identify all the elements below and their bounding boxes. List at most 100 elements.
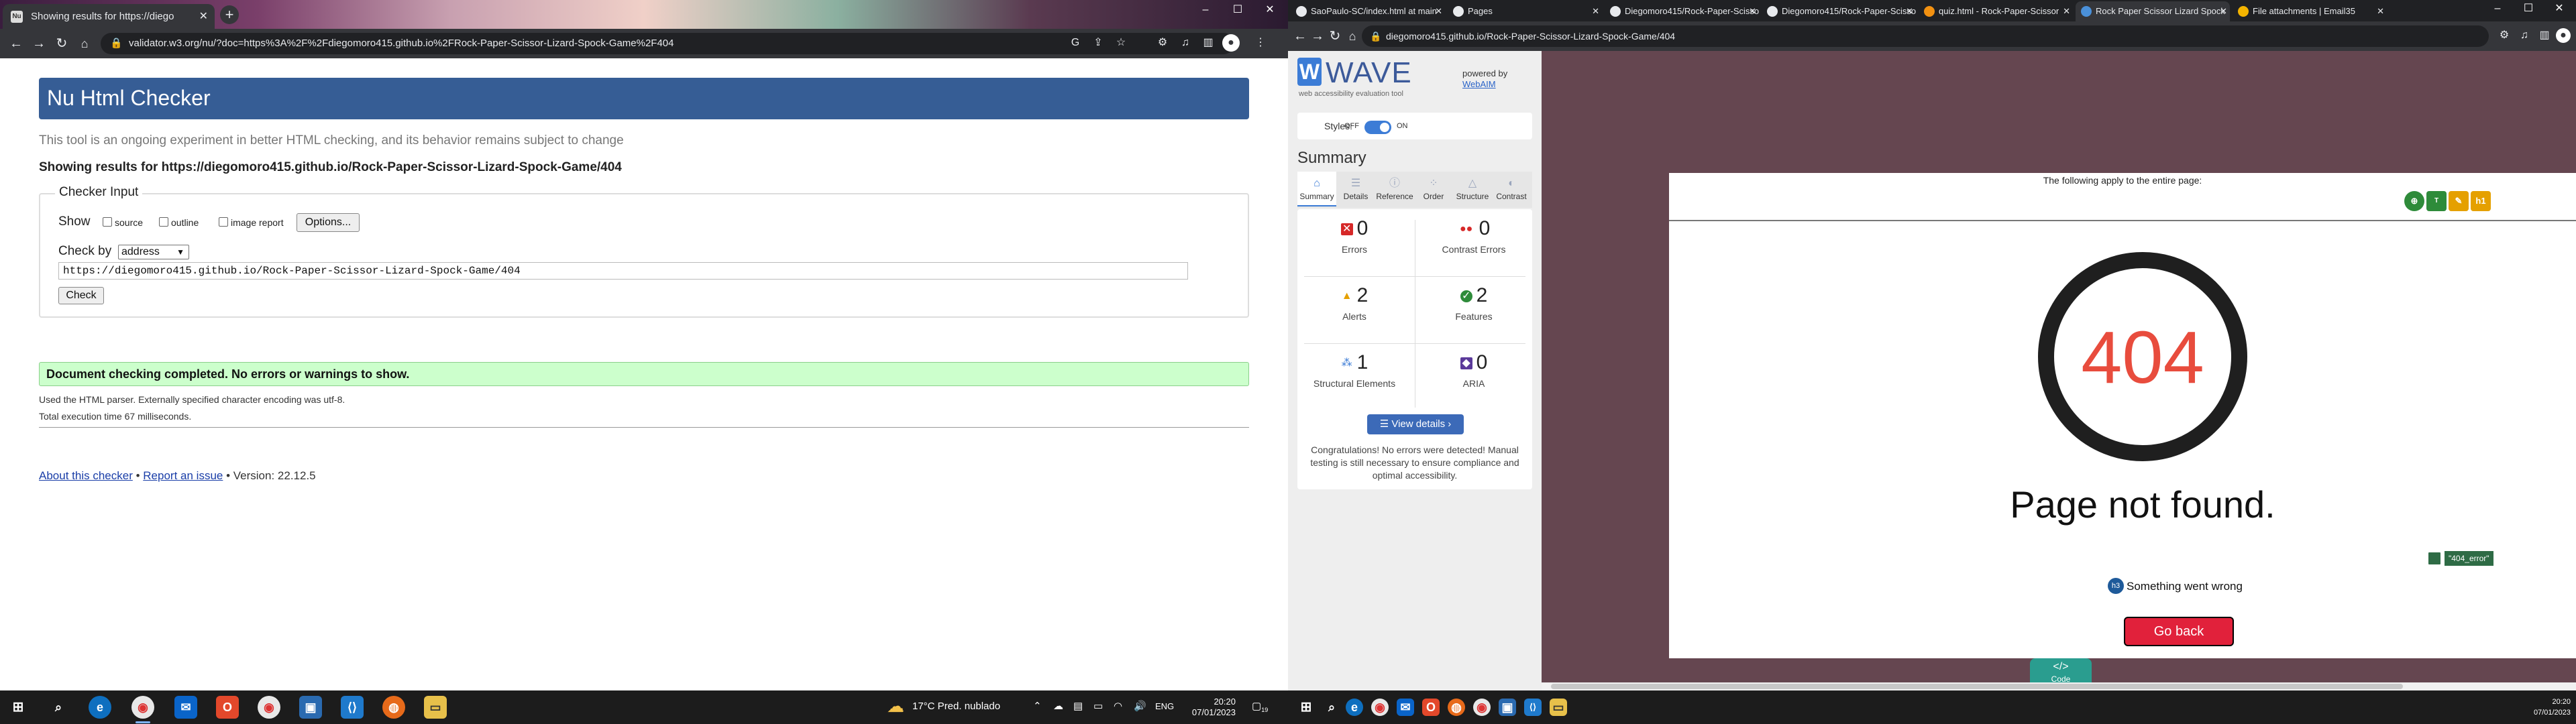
- media-icon[interactable]: ♫: [1177, 34, 1194, 52]
- forward-icon[interactable]: →: [30, 34, 48, 53]
- forward-icon[interactable]: →: [1308, 27, 1327, 46]
- scrollbar-thumb[interactable]: [1551, 684, 2403, 689]
- outline-checkbox[interactable]: [159, 217, 168, 227]
- close-tab-icon[interactable]: ✕: [1906, 1, 1913, 21]
- menu-dots-icon[interactable]: ⋮: [1252, 34, 1269, 52]
- home-icon[interactable]: ⌂: [1343, 27, 1362, 46]
- clock-right[interactable]: 20:20 07/01/2023: [2524, 697, 2571, 718]
- photos-icon[interactable]: ▣: [1499, 699, 1516, 716]
- mail-icon[interactable]: ✉: [174, 696, 197, 719]
- webaim-link[interactable]: WebAIM: [1462, 79, 1507, 90]
- reload-icon[interactable]: ↻: [52, 34, 71, 53]
- check-button[interactable]: Check: [58, 287, 104, 304]
- go-back-button[interactable]: Go back: [2124, 617, 2234, 646]
- weather-text[interactable]: 17°C Pred. nublado: [912, 701, 1000, 712]
- tab-contrast[interactable]: ◐ Contrast: [1492, 172, 1531, 206]
- bookmark-star-icon[interactable]: ☆: [1112, 34, 1130, 52]
- tab-2[interactable]: Diegomoro415/Rock-Paper-Scissor ✕: [1605, 1, 1759, 21]
- horizontal-scrollbar[interactable]: [1542, 682, 2576, 690]
- close-window-icon[interactable]: ✕: [1254, 0, 1285, 20]
- about-link[interactable]: About this checker: [39, 469, 133, 482]
- home-icon[interactable]: ⌂: [75, 34, 94, 53]
- office-icon[interactable]: O: [1422, 699, 1440, 716]
- close-tab-icon[interactable]: ✕: [2220, 1, 2227, 21]
- alert-icon[interactable]: ✎: [2449, 191, 2469, 211]
- edge-icon[interactable]: e: [89, 696, 111, 719]
- profile-avatar-icon[interactable]: ●: [2556, 28, 2571, 43]
- tab-reference[interactable]: ⓘ Reference: [1375, 172, 1414, 206]
- stat-features[interactable]: ✓ 2 Features: [1417, 284, 1531, 351]
- stat-errors[interactable]: ✕ 0 Errors: [1297, 217, 1411, 284]
- address-bar[interactable]: 🔒 diegomoro415.github.io/Rock-Paper-Scis…: [1362, 25, 2489, 47]
- network-icon[interactable]: ▤: [1073, 700, 1083, 712]
- new-tab-button[interactable]: +: [220, 5, 239, 24]
- vscode-icon[interactable]: ⟨⟩: [341, 696, 364, 719]
- back-icon[interactable]: ←: [1291, 27, 1309, 46]
- chrome-profile-icon[interactable]: ◉: [1473, 699, 1491, 716]
- tab-summary[interactable]: ⌂ Summary: [1297, 172, 1336, 206]
- view-details-button[interactable]: ☰ View details ›: [1367, 414, 1464, 434]
- tab-4[interactable]: quiz.html - Rock-Paper-Scissor ✕: [1919, 1, 2073, 21]
- edge-icon[interactable]: e: [1346, 699, 1363, 716]
- close-tab-icon[interactable]: ✕: [1749, 1, 1756, 21]
- photos-icon[interactable]: ▣: [299, 696, 322, 719]
- report-issue-link[interactable]: Report an issue: [143, 469, 223, 482]
- windows-start-icon[interactable]: ⊞: [1295, 696, 1318, 719]
- vscode-icon[interactable]: ⟨⟩: [1524, 699, 1542, 716]
- wifi-icon[interactable]: ◠: [1114, 700, 1122, 712]
- extensions-icon[interactable]: ⚙: [2496, 27, 2513, 44]
- media-icon[interactable]: ♫: [2516, 27, 2533, 44]
- tab-3[interactable]: Diegomoro415/Rock-Paper-Scissor ✕: [1762, 1, 1916, 21]
- tab-1[interactable]: Pages ✕: [1448, 1, 1602, 21]
- alt-feature-icon[interactable]: [2427, 551, 2442, 566]
- file-explorer-icon[interactable]: ▭: [424, 696, 447, 719]
- file-explorer-icon[interactable]: ▭: [1550, 699, 1567, 716]
- search-icon[interactable]: ⌕: [1320, 696, 1343, 719]
- display-icon[interactable]: ▭: [1093, 700, 1103, 712]
- h3-structure-icon[interactable]: h3: [2108, 578, 2124, 594]
- tab-details[interactable]: ☰ Details: [1336, 172, 1375, 206]
- share-icon[interactable]: ⇪: [1089, 34, 1107, 52]
- stat-contrast-errors[interactable]: ●● 0 Contrast Errors: [1417, 217, 1531, 284]
- stat-structural[interactable]: ⁂ 1 Structural Elements: [1297, 351, 1411, 418]
- tab-order[interactable]: ⁘ Order: [1414, 172, 1453, 206]
- address-input[interactable]: https://diegomoro415.github.io/Rock-Pape…: [58, 262, 1188, 280]
- close-tab-icon[interactable]: ✕: [1435, 1, 1442, 21]
- stat-alerts[interactable]: ▲ 2 Alerts: [1297, 284, 1411, 351]
- windows-start-icon[interactable]: ⊞: [7, 696, 30, 719]
- close-window-icon[interactable]: ✕: [2544, 0, 2575, 17]
- profile-avatar-icon[interactable]: ●: [1222, 34, 1240, 52]
- firefox-icon[interactable]: ◍: [1448, 699, 1465, 716]
- maximize-icon[interactable]: ☐: [2513, 0, 2544, 17]
- sidepanel-icon[interactable]: ▥: [1199, 34, 1217, 52]
- back-icon[interactable]: ←: [7, 34, 25, 53]
- chrome-profile-icon[interactable]: ◉: [258, 696, 280, 719]
- google-lens-icon[interactable]: G: [1067, 34, 1084, 52]
- h1-alert-icon[interactable]: h1: [2471, 191, 2491, 211]
- close-tab-icon[interactable]: ✕: [2063, 1, 2070, 21]
- tab-0[interactable]: SaoPaulo-SC/index.html at main ✕: [1291, 1, 1445, 21]
- minimize-icon[interactable]: –: [2482, 0, 2513, 17]
- notification-icon[interactable]: ▢19: [1252, 700, 1268, 713]
- close-tab-icon[interactable]: ✕: [2377, 1, 2384, 21]
- mail-icon[interactable]: ✉: [1397, 699, 1414, 716]
- extensions-icon[interactable]: ⚙: [1154, 34, 1171, 52]
- check-by-select[interactable]: address ▼: [118, 245, 189, 259]
- search-icon[interactable]: ⌕: [47, 696, 70, 719]
- office-icon[interactable]: O: [216, 696, 239, 719]
- source-checkbox[interactable]: [103, 217, 112, 227]
- stat-aria[interactable]: ◆ 0 ARIA: [1417, 351, 1531, 418]
- close-tab-icon[interactable]: ✕: [199, 4, 208, 29]
- clock-left[interactable]: 20:20 07/01/2023: [1189, 697, 1236, 718]
- close-tab-icon[interactable]: ✕: [1592, 1, 1599, 21]
- title-feature-icon[interactable]: T: [2426, 191, 2447, 211]
- image-report-checkbox[interactable]: [219, 217, 228, 227]
- tab-structure[interactable]: △ Structure: [1453, 172, 1492, 206]
- cloud-icon[interactable]: ☁: [1053, 700, 1063, 712]
- tab-6[interactable]: File attachments | Email35 ✕: [2233, 1, 2387, 21]
- address-bar[interactable]: 🔒 validator.w3.org/nu/?doc=https%3A%2F%2…: [101, 33, 1234, 54]
- styles-toggle[interactable]: [1364, 121, 1391, 134]
- tab-5-active[interactable]: Rock Paper Scissor Lizard Spock ✕: [2076, 1, 2230, 21]
- firefox-icon[interactable]: ◍: [382, 696, 405, 719]
- chrome-icon[interactable]: ◉: [1371, 699, 1389, 716]
